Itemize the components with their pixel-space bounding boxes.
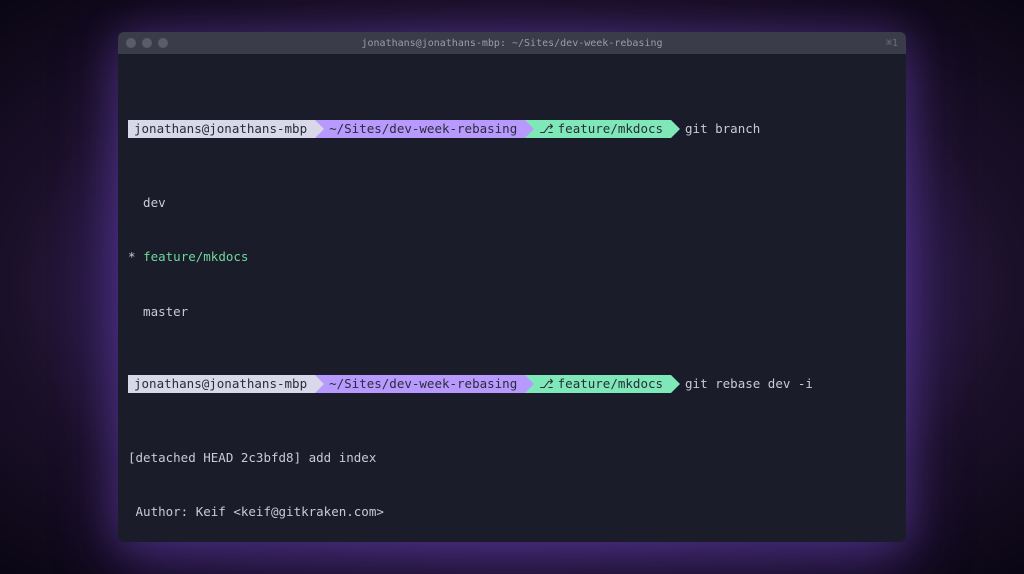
branch-icon: ⎇ — [539, 375, 553, 393]
output-line: [detached HEAD 2c3bfd8] add index — [128, 449, 896, 467]
prompt-path-segment: ~/Sites/dev-week-rebasing — [315, 375, 525, 393]
window-title: jonathans@jonathans-mbp: ~/Sites/dev-wee… — [361, 38, 662, 49]
prompt-line-2: jonathans@jonathans-mbp ~/Sites/dev-week… — [128, 375, 896, 393]
output-line: master — [128, 303, 896, 321]
prompt-branch-segment: ⎇ feature/mkdocs — [525, 120, 671, 138]
prompt-user-segment: jonathans@jonathans-mbp — [128, 375, 315, 393]
branch-icon: ⎇ — [539, 120, 553, 138]
terminal-body[interactable]: jonathans@jonathans-mbp ~/Sites/dev-week… — [118, 54, 906, 542]
command-text: git branch — [685, 120, 760, 138]
minimize-button[interactable] — [142, 38, 152, 48]
terminal-window: jonathans@jonathans-mbp: ~/Sites/dev-wee… — [118, 32, 906, 542]
branch-name: feature/mkdocs — [558, 375, 663, 393]
output-line: * feature/mkdocs — [128, 248, 896, 266]
prompt-path-segment: ~/Sites/dev-week-rebasing — [315, 120, 525, 138]
traffic-lights — [126, 38, 168, 48]
maximize-button[interactable] — [158, 38, 168, 48]
branch-name: feature/mkdocs — [558, 120, 663, 138]
prompt-user-segment: jonathans@jonathans-mbp — [128, 120, 315, 138]
output-line: Author: Keif <keif@gitkraken.com> — [128, 503, 896, 521]
current-branch: feature/mkdocs — [143, 249, 248, 264]
prompt-line-1: jonathans@jonathans-mbp ~/Sites/dev-week… — [128, 120, 896, 138]
command-text: git rebase dev -i — [685, 375, 813, 393]
prompt-branch-segment: ⎇ feature/mkdocs — [525, 375, 671, 393]
output-line: dev — [128, 194, 896, 212]
titlebar: jonathans@jonathans-mbp: ~/Sites/dev-wee… — [118, 32, 906, 54]
titlebar-right: ⌘1 — [886, 38, 898, 49]
close-button[interactable] — [126, 38, 136, 48]
